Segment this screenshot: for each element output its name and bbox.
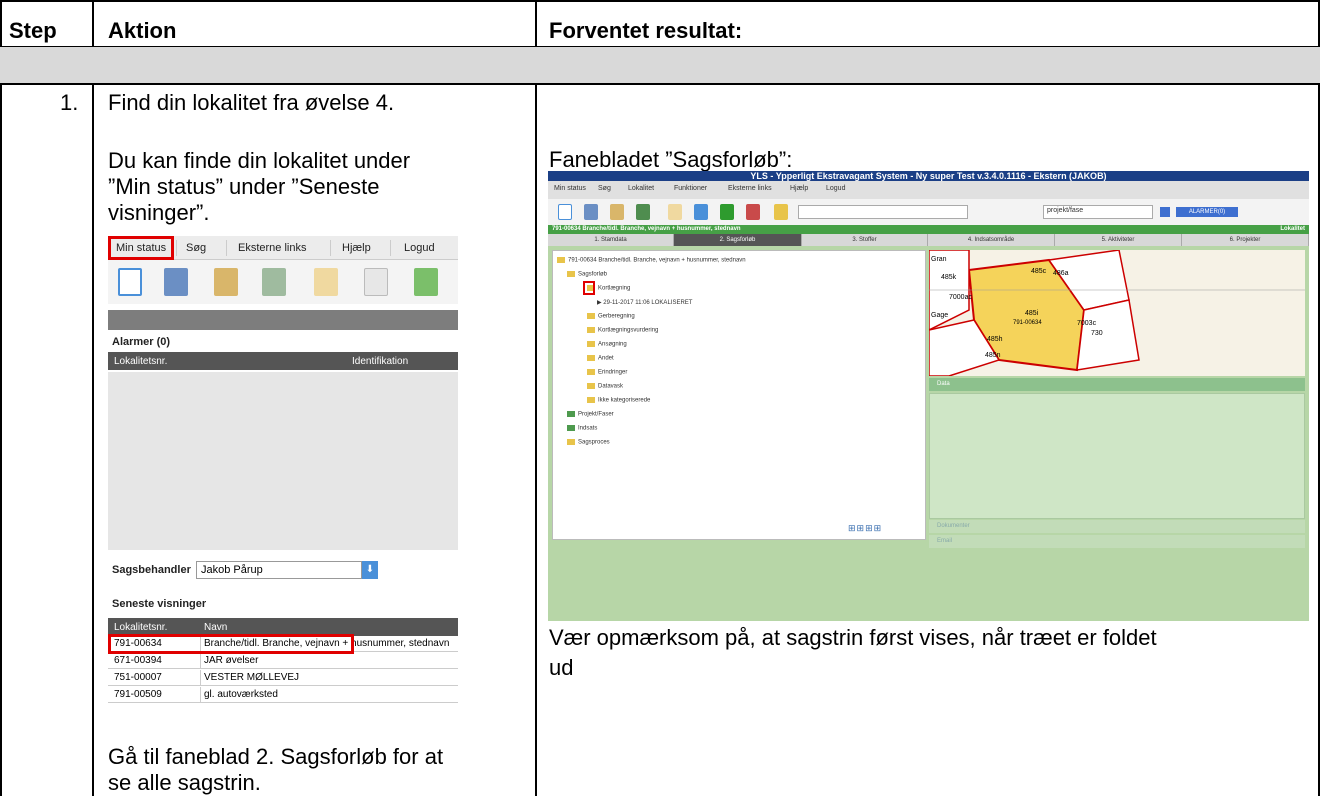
panel-data-body xyxy=(929,393,1305,519)
tree-node-sagstrin[interactable]: ▶ 29-11-2017 11:06 LOKALISERET xyxy=(597,299,692,306)
new-document-icon[interactable] xyxy=(118,268,142,296)
tree-expand-icons[interactable]: ⊞⊞⊞⊞ xyxy=(848,523,882,534)
page-icon[interactable] xyxy=(364,268,388,296)
action-line-2: Du kan finde din lokalitet under xyxy=(108,148,411,173)
header-action: Aktion xyxy=(108,18,177,43)
rs-location-bar: 791-00634 Branche/tidl. Branche, vejnavn… xyxy=(548,225,1309,234)
pdf-icon[interactable] xyxy=(746,204,760,220)
tab-indsatsomraade[interactable]: 4. Indsatsområde xyxy=(928,234,1055,246)
caseworker-label: Sagsbehandler xyxy=(112,564,191,576)
tree-node-child[interactable]: Andet xyxy=(587,355,614,362)
ls-menu-soeg[interactable]: Søg xyxy=(186,242,206,254)
ls-menu-logud[interactable]: Logud xyxy=(404,242,435,254)
expected-note-1: Vær opmærksom på, at sagstrin først vise… xyxy=(549,625,1157,650)
table-top-border xyxy=(0,0,1320,2)
header-step: Step xyxy=(9,18,57,43)
caseworker-dropdown-icon[interactable]: ⬇ xyxy=(362,561,378,579)
expected-note-2: ud xyxy=(549,655,574,680)
tab-sagsforloeb[interactable]: 2. Sagsforløb xyxy=(674,234,802,246)
tree-node-sagsforloeb[interactable]: Sagsforløb xyxy=(567,271,607,278)
table-left-border xyxy=(0,0,2,796)
tree-node-child[interactable]: Ikke kategoriserede xyxy=(587,397,650,404)
table-row[interactable]: 751-00007 VESTER MØLLEVEJ xyxy=(108,670,458,686)
action-line-4: visninger”. xyxy=(108,200,210,225)
save-icon[interactable] xyxy=(164,268,188,296)
tree-node-child[interactable]: Datavask xyxy=(587,383,623,390)
sagsforloeb-tree: 791-00634 Branche/tidl. Branche, vejnavn… xyxy=(552,250,926,540)
gray-row-bottom-border xyxy=(0,83,1320,85)
tab-stamdata[interactable]: 1. Stamdata xyxy=(548,234,674,246)
filter-icon[interactable] xyxy=(414,268,438,296)
rs-search-field[interactable] xyxy=(798,205,968,219)
org-icon[interactable] xyxy=(636,204,650,220)
panel-email-header[interactable]: Email xyxy=(929,535,1305,548)
new-document-icon[interactable] xyxy=(558,204,572,220)
rs-window-title: YLS - Ypperligt Ekstravagant System - Ny… xyxy=(548,171,1309,181)
page-icon[interactable] xyxy=(694,204,708,220)
table-row[interactable]: 791-00509 gl. autoværksted xyxy=(108,687,458,703)
col-divider-step xyxy=(92,0,94,796)
save-icon[interactable] xyxy=(584,204,598,220)
ls-menu-eksterne-links[interactable]: Eksterne links xyxy=(238,242,306,254)
table-row[interactable]: 671-00394 JAR øvelser xyxy=(108,653,458,669)
recent-views-title: Seneste visninger xyxy=(112,598,207,610)
ls-gray-band xyxy=(108,310,458,330)
tab-stoffer[interactable]: 3. Stoffer xyxy=(802,234,928,246)
tree-node-child[interactable]: Erindringer xyxy=(587,369,627,376)
min-status-screenshot: Min status Søg Eksterne links Hjælp Logu… xyxy=(108,236,458,636)
tree-node-other[interactable]: Projekt/Faser xyxy=(567,411,614,418)
rs-toolbar: projekt/fase ALARMER(0) xyxy=(548,199,1309,225)
tree-node-other[interactable]: Indsats xyxy=(567,425,597,432)
org-icon[interactable] xyxy=(262,268,286,296)
highlight-recent-row xyxy=(108,634,354,654)
empty-gray-row xyxy=(0,47,1320,83)
map-view[interactable]: 485k 7000ac 485i 791-00634 485n 485h Gra… xyxy=(929,250,1305,376)
tree-node-child[interactable]: Ansøgning xyxy=(587,341,627,348)
rs-tab-bar: 1. Stamdata 2. Sagsforløb 3. Stoffer 4. … xyxy=(548,234,1309,246)
header-expected: Forventet resultat: xyxy=(549,18,743,43)
expected-caption: Fanebladet ”Sagsforløb”: xyxy=(549,147,793,172)
copy-icon[interactable] xyxy=(610,204,624,220)
tree-node-root[interactable]: 791-00634 Branche/tidl. Branche, vejnavn… xyxy=(557,257,746,264)
panel-data-header[interactable]: Data xyxy=(929,378,1305,391)
panel-documents-header[interactable]: Dokumenter xyxy=(929,520,1305,533)
folder-icon[interactable] xyxy=(668,204,682,220)
ls-toolbar xyxy=(108,260,458,304)
rs-alarm-button[interactable]: ALARMER(0) xyxy=(1176,207,1238,217)
alarms-title: Alarmer (0) xyxy=(112,336,171,348)
rs-project-field[interactable]: projekt/fase xyxy=(1043,205,1153,219)
rs-menubar: Min status Søg Lokalitet Funktioner Ekst… xyxy=(548,181,1309,199)
tab-aktiviteter[interactable]: 5. Aktiviteter xyxy=(1055,234,1182,246)
tree-node-other[interactable]: Sagsproces xyxy=(567,439,610,446)
tree-node-child[interactable]: Kortlægningsvurdering xyxy=(587,327,658,334)
step-number: 1. xyxy=(60,90,79,115)
rs-dropdown-icon[interactable] xyxy=(1160,207,1170,217)
tab-projekter[interactable]: 6. Projekter xyxy=(1182,234,1309,246)
highlight-expand-toggle xyxy=(583,281,595,295)
sagsforloeb-screenshot: YLS - Ypperligt Ekstravagant System - Ny… xyxy=(548,171,1309,621)
tree-node-child[interactable]: Gerberegning xyxy=(587,313,635,320)
key-icon[interactable] xyxy=(774,204,788,220)
action-footer-1: Gå til faneblad 2. Sagsforløb for at xyxy=(108,744,444,769)
highlight-min-status xyxy=(108,236,174,260)
col-divider-action xyxy=(535,0,537,796)
caseworker-select[interactable]: Jakob Pårup xyxy=(196,561,362,579)
action-line-3: ”Min status” under ”Seneste xyxy=(108,174,380,199)
ls-menu-hjaelp[interactable]: Hjælp xyxy=(342,242,371,254)
action-line-1: Find din lokalitet fra øvelse 4. xyxy=(108,90,395,115)
alarms-table-body xyxy=(108,372,458,550)
folder-icon[interactable] xyxy=(314,268,338,296)
copy-icon[interactable] xyxy=(214,268,238,296)
alarms-table-header: Lokalitetsnr. Identifikation xyxy=(108,352,458,370)
document-page: Step Aktion Forventet resultat: 1. Find … xyxy=(0,0,1320,796)
filter-icon[interactable] xyxy=(720,204,734,220)
action-footer-2: se alle sagstrin. xyxy=(108,770,261,795)
